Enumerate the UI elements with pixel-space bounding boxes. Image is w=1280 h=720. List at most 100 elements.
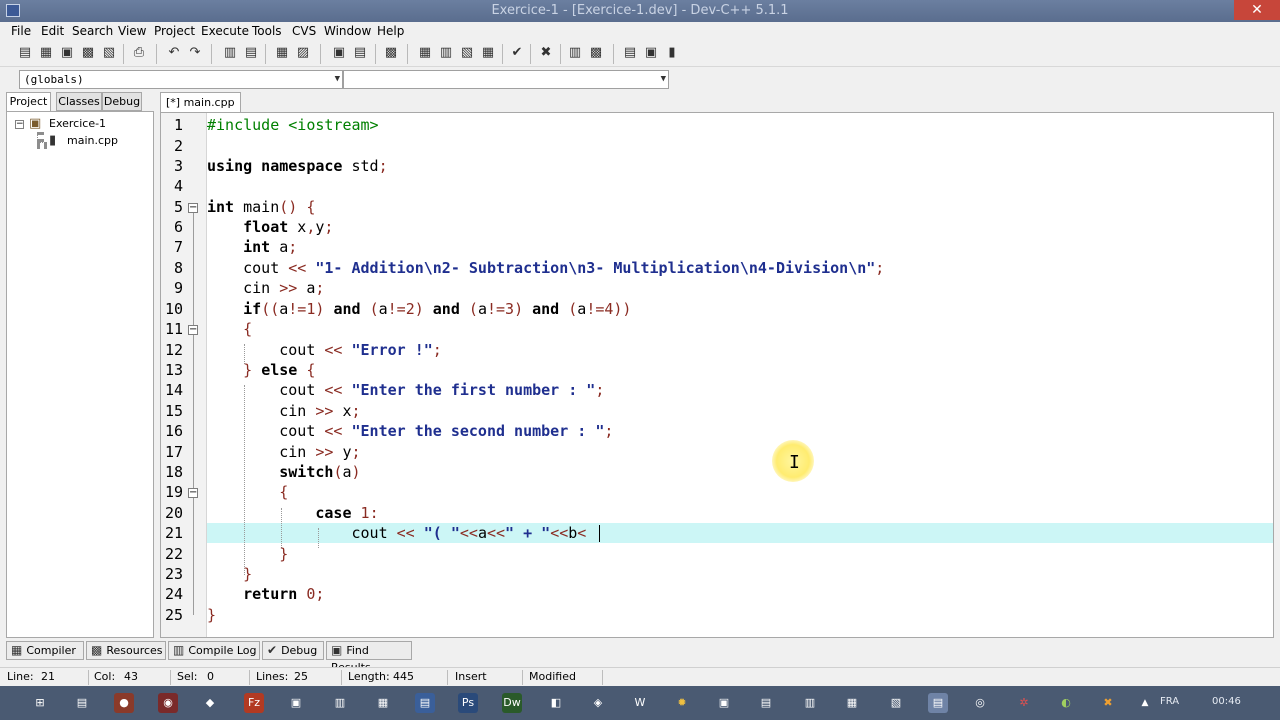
debug-icon[interactable]: ▩ <box>587 44 605 62</box>
code-line-25: } <box>207 606 217 624</box>
menu-project[interactable]: Project <box>154 24 195 38</box>
taskbar-app-icon[interactable]: ▧ <box>886 693 906 713</box>
tab-compiler[interactable]: ▦ Compiler <box>6 641 84 660</box>
taskbar-app-icon[interactable]: ▤ <box>415 693 435 713</box>
undo-icon[interactable]: ↶ <box>165 44 183 62</box>
status-separator <box>170 670 171 685</box>
profile-icon[interactable]: ▥ <box>566 44 584 62</box>
new-class-icon[interactable]: ▤ <box>621 44 639 62</box>
save-icon[interactable]: ▣ <box>58 44 76 62</box>
language-indicator[interactable]: FRA <box>1160 696 1179 707</box>
code-line-6: float x,y; <box>243 218 334 236</box>
filezilla-icon[interactable]: Fz <box>244 693 264 713</box>
stop-icon[interactable]: ✖ <box>537 44 555 62</box>
devcpp-taskbar-icon[interactable]: ▤ <box>928 693 948 713</box>
photoshop-icon[interactable]: Ps <box>458 693 478 713</box>
title-bar: Exercice-1 - [Exercice-1.dev] - Dev-C++ … <box>0 0 1280 22</box>
taskbar-app-icon[interactable]: ◐ <box>1056 693 1076 713</box>
tab-classes[interactable]: Classes <box>56 92 102 111</box>
code-editor[interactable]: − − − 1 #include <iostream> 2 3 using na… <box>160 112 1274 638</box>
rebuild-icon[interactable]: ▦ <box>479 44 497 62</box>
menu-edit[interactable]: Edit <box>41 24 64 38</box>
fold-marker[interactable]: − <box>188 203 198 213</box>
add-to-project-icon[interactable]: ▣ <box>330 44 348 62</box>
close-button[interactable]: ✕ <box>1234 0 1280 20</box>
compile-run-icon[interactable]: ▧ <box>458 44 476 62</box>
menu-file[interactable]: File <box>11 24 31 38</box>
taskbar-app-icon[interactable]: ◧ <box>546 693 566 713</box>
code-line-10: if((a!=1) and (a!=2) and (a!=3) and (a!=… <box>243 300 632 318</box>
project-options-icon[interactable]: ▩ <box>382 44 400 62</box>
redo-icon[interactable]: ↷ <box>186 44 204 62</box>
menu-view[interactable]: View <box>118 24 146 38</box>
toggle-icon[interactable]: ▮ <box>663 44 681 62</box>
taskbar-app-icon[interactable]: ▦ <box>842 693 862 713</box>
status-separator <box>88 670 89 685</box>
toolbar-separator <box>407 44 408 64</box>
tree-item-main-cpp[interactable]: main.cpp <box>67 134 118 147</box>
fold-marker[interactable]: − <box>188 325 198 335</box>
clock[interactable]: 00:46 <box>1212 696 1241 707</box>
start-icon[interactable]: ⊞ <box>30 693 50 713</box>
open-file-icon[interactable]: ▦ <box>37 44 55 62</box>
taskbar-app-icon[interactable]: ● <box>114 693 134 713</box>
line-number: 14 <box>164 381 183 399</box>
find-icon[interactable]: ▥ <box>221 44 239 62</box>
menu-window[interactable]: Window <box>324 24 371 38</box>
goto-icon[interactable]: ▦ <box>273 44 291 62</box>
tab-resources[interactable]: ▩ Resources <box>86 641 166 660</box>
taskbar-app-icon[interactable]: ▤ <box>756 693 776 713</box>
new-file-icon[interactable]: ▤ <box>16 44 34 62</box>
tab-debug-output[interactable]: ✔ Debug <box>262 641 324 660</box>
taskbar-app-icon[interactable]: ◆ <box>200 693 220 713</box>
print-icon[interactable]: ⎙ <box>130 44 148 62</box>
taskbar-app-icon[interactable]: ✲ <box>1014 693 1034 713</box>
close-file-icon[interactable]: ▧ <box>100 44 118 62</box>
taskbar-app-icon[interactable]: ◈ <box>588 693 608 713</box>
code-line-13: } else { <box>243 361 316 379</box>
member-combo[interactable]: ▼ <box>343 70 669 89</box>
taskbar-app-icon[interactable]: ◎ <box>970 693 990 713</box>
tab-main-cpp[interactable]: [*] main.cpp <box>160 92 241 112</box>
tab-find-results[interactable]: ▣Find Results <box>326 641 412 674</box>
taskbar-app-icon[interactable]: ◉ <box>158 693 178 713</box>
run-icon[interactable]: ▥ <box>437 44 455 62</box>
compile-icon[interactable]: ▦ <box>416 44 434 62</box>
bookmark-icon[interactable]: ▨ <box>294 44 312 62</box>
taskbar-app-icon[interactable]: ▣ <box>286 693 306 713</box>
menu-search[interactable]: Search <box>72 24 113 38</box>
menu-execute[interactable]: Execute <box>201 24 249 38</box>
chart-icon: ▥ <box>173 643 185 657</box>
insert-icon[interactable]: ▣ <box>642 44 660 62</box>
text-caret <box>599 525 600 542</box>
tab-compiler-label: Compiler <box>26 644 76 657</box>
tab-debug[interactable]: Debug <box>102 92 142 111</box>
menu-tools[interactable]: Tools <box>252 24 282 38</box>
taskbar-app-icon[interactable]: ✖ <box>1098 693 1118 713</box>
tab-project[interactable]: Project <box>6 92 51 112</box>
gear-icon[interactable]: ✹ <box>672 693 692 713</box>
scope-combo[interactable]: (globals) ▼ <box>19 70 343 89</box>
tree-item-project[interactable]: Exercice-1 <box>49 117 106 130</box>
taskbar-app-icon[interactable]: ▥ <box>330 693 350 713</box>
search-icon: ▣ <box>331 643 343 657</box>
collapse-icon[interactable]: − <box>15 120 24 129</box>
replace-icon[interactable]: ▤ <box>242 44 260 62</box>
check-icon[interactable]: ✔ <box>508 44 526 62</box>
file-icon: ▮ <box>49 133 57 148</box>
status-separator <box>602 670 603 685</box>
tray-arrow-icon[interactable]: ▲ <box>1135 693 1155 713</box>
taskbar-app-icon[interactable]: ▦ <box>373 693 393 713</box>
menu-cvs[interactable]: CVS <box>292 24 316 38</box>
remove-from-project-icon[interactable]: ▤ <box>351 44 369 62</box>
taskbar-app-icon[interactable]: ▤ <box>72 693 92 713</box>
taskbar-app-icon[interactable]: ▣ <box>714 693 734 713</box>
tab-compile-log[interactable]: ▥ Compile Log <box>168 641 260 660</box>
status-line-label: Line: <box>7 670 34 683</box>
menu-help[interactable]: Help <box>377 24 404 38</box>
fold-marker[interactable]: − <box>188 488 198 498</box>
word-icon[interactable]: W <box>630 693 650 713</box>
taskbar-app-icon[interactable]: ▥ <box>800 693 820 713</box>
dreamweaver-icon[interactable]: Dw <box>502 693 522 713</box>
save-all-icon[interactable]: ▩ <box>79 44 97 62</box>
